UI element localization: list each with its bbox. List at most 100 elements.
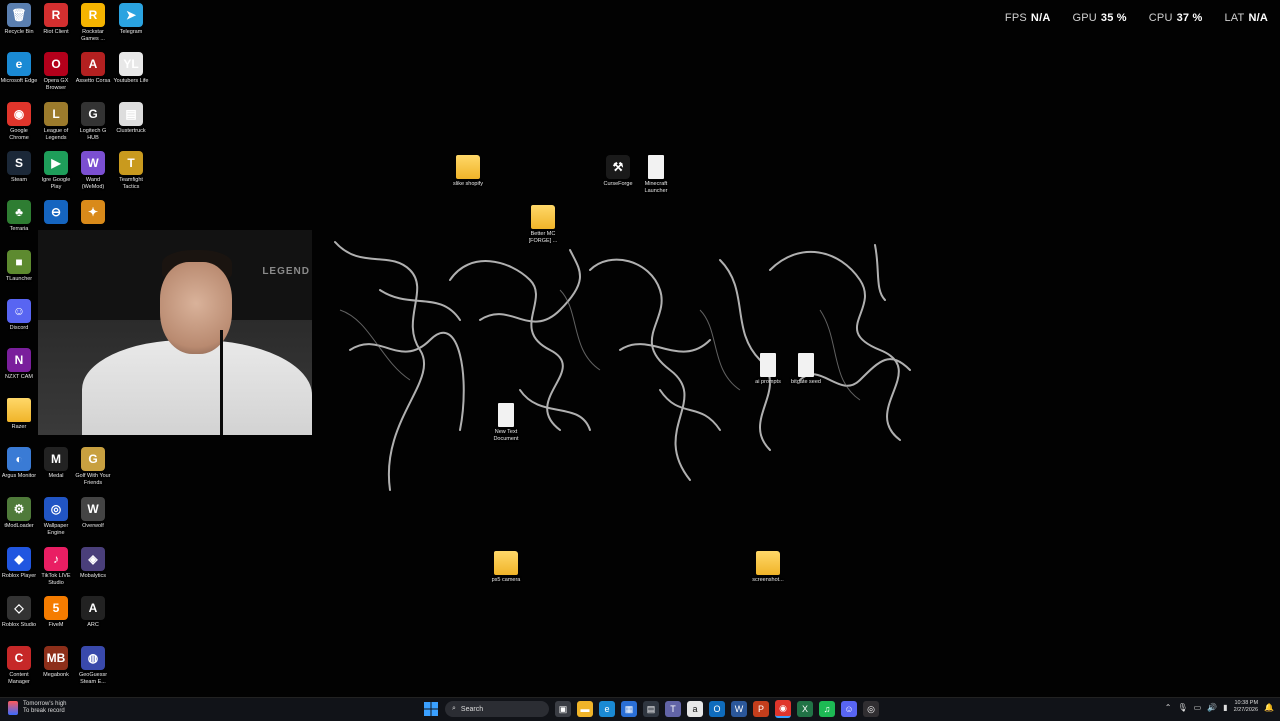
desktop-icon-mobalytics[interactable]: ◈ Mobalytics <box>74 547 112 580</box>
desktop-item-better-mc-forge[interactable]: Better MC [FORGE] ... <box>524 205 562 245</box>
start-button[interactable] <box>423 701 439 717</box>
mobalytics-icon: ◈ <box>81 547 105 571</box>
clock[interactable]: 10:38 PM 2/27/2026 <box>1234 700 1258 714</box>
file-explorer-icon[interactable]: ▬ <box>577 701 593 717</box>
desktop-icon-unnamed-18[interactable]: ✦ <box>74 200 112 226</box>
battery-icon[interactable]: ▮ <box>1223 703 1227 712</box>
desktop-item-new-text-document[interactable]: New Text Document <box>487 403 525 443</box>
desktop-icon-label: NZXT CAM <box>4 374 33 380</box>
roblox-studio-icon: ◇ <box>7 596 31 620</box>
desktop-item-ps5-camera[interactable]: ps5 camera <box>487 551 525 584</box>
google-chrome-icon: ◉ <box>7 102 31 126</box>
desktop-icon-logitech-g-hub[interactable]: G Logitech G HUB <box>74 102 112 142</box>
desktop-icon-riot-client[interactable]: R Riot Client <box>37 3 75 36</box>
desktop-icon-label: Roblox Player <box>1 573 37 579</box>
desktop-icon-label: League of Legends <box>43 128 69 141</box>
roblox-player-icon: ◆ <box>7 547 31 571</box>
desktop-item-bitgate-seed[interactable]: bitgate seed <box>787 353 825 386</box>
desktop-icon-razer[interactable]: Razer <box>0 398 38 431</box>
desktop-icon-label: Telegram <box>119 29 143 35</box>
desktop-icon-rockstar-games[interactable]: R Rockstar Games ... <box>74 3 112 43</box>
desktop-icon-opera-gx-browser[interactable]: O Opera GX Browser <box>37 52 75 92</box>
desktop-icon-roblox-player[interactable]: ◆ Roblox Player <box>0 547 38 580</box>
microphone-icon[interactable]: 🎙 <box>1177 703 1187 712</box>
nzxt-cam-icon: N <box>7 348 31 372</box>
tiktok-live-studio-icon: ♪ <box>44 547 68 571</box>
desktop-icon-arc[interactable]: A ARC <box>74 596 112 629</box>
edge-icon[interactable]: e <box>599 701 615 717</box>
word-icon[interactable]: W <box>731 701 747 717</box>
desktop-icon-league-of-legends[interactable]: L League of Legends <box>37 102 75 142</box>
desktop-icon-wallpaper-engine[interactable]: ◎ Wallpaper Engine <box>37 497 75 537</box>
telegram-icon: ➤ <box>119 3 143 27</box>
desktop-icon-megabonk[interactable]: MB Megabonk <box>37 646 75 679</box>
desktop-icon-microsoft-edge[interactable]: e Microsoft Edge <box>0 52 38 85</box>
desktop-icon-terraria[interactable]: ♣ Terraria <box>0 200 38 233</box>
fivem-icon: 5 <box>44 596 68 620</box>
desktop-icon-tiktok-live-studio[interactable]: ♪ TikTok LIVE Studio <box>37 547 75 587</box>
desktop-icon-label: Golf With Your Friends <box>75 473 111 486</box>
desktop-icon-teamfight-tactics[interactable]: T Teamfight Tactics <box>112 151 150 191</box>
discord-icon[interactable]: ☺ <box>841 701 857 717</box>
desktop-icon-label: Opera GX Browser <box>43 78 69 91</box>
desktop-item-curseforge[interactable]: ⚒ CurseForge <box>599 155 637 188</box>
teams-icon[interactable]: T <box>665 701 681 717</box>
desktop-icon-discord[interactable]: ☺ Discord <box>0 299 38 332</box>
desktop-icon-label: Youtubers Life <box>113 78 149 84</box>
notification-bell-icon[interactable]: 🔔 <box>1264 703 1274 712</box>
excel-icon[interactable]: X <box>797 701 813 717</box>
outlook-icon[interactable]: O <box>709 701 725 717</box>
desktop-icon-argus-monitor[interactable]: ◐ Argus Monitor <box>0 447 38 480</box>
desktop-icon-medal[interactable]: M Medal <box>37 447 75 480</box>
desktop-icon-tmodloader[interactable]: ⚙ tModLoader <box>0 497 38 530</box>
spotify-icon[interactable]: ♫ <box>819 701 835 717</box>
desktop-item-label: New Text Document <box>493 429 519 442</box>
folder-icon <box>756 551 780 575</box>
desktop-item-slike-shopify[interactable]: slike shopify <box>449 155 487 188</box>
desktop-icon-overwolf[interactable]: W Overwolf <box>74 497 112 530</box>
desktop-icon-golf-with-your-friends[interactable]: G Golf With Your Friends <box>74 447 112 487</box>
desktop-item-screenshot[interactable]: screenshot... <box>749 551 787 584</box>
folder-icon <box>531 205 555 229</box>
powerpoint-icon[interactable]: P <box>753 701 769 717</box>
chrome-icon[interactable]: ◉ <box>775 700 791 718</box>
volume-icon[interactable]: 🔊 <box>1207 703 1217 712</box>
opera-gx-browser-icon: O <box>44 52 68 76</box>
desktop-icon-label: Igre Google Play <box>41 177 71 190</box>
overwolf-icon: W <box>81 497 105 521</box>
desktop-icon-tlauncher[interactable]: ■ TLauncher <box>0 250 38 283</box>
desktop-item-ai-prompts[interactable]: ai prompts <box>749 353 787 386</box>
search-label: Search <box>460 705 484 713</box>
desktop-icon-igre-google-play[interactable]: ▶ Igre Google Play <box>37 151 75 191</box>
desktop-icon-youtubers-life[interactable]: YL Youtubers Life <box>112 52 150 85</box>
desktop-item-minecraft-launcher[interactable]: Minecraft Launcher <box>637 155 675 195</box>
desktop-icon-clustertruck[interactable]: ▤ Clustertruck <box>112 102 150 135</box>
desktop-icon-fivem[interactable]: 5 FiveM <box>37 596 75 629</box>
weather-widget[interactable]: Tomorrow's high To break record <box>8 701 67 715</box>
desktop-icon-google-chrome[interactable]: ◉ Google Chrome <box>0 102 38 142</box>
store-icon[interactable]: ▦ <box>621 701 637 717</box>
chevron-up-icon[interactable]: ⌃ <box>1165 703 1172 712</box>
unnamed-17-icon: ⊖ <box>44 200 68 224</box>
calendar-icon[interactable]: ▤ <box>643 701 659 717</box>
desktop-icon-assetto-corsa[interactable]: A Assetto Corsa <box>74 52 112 85</box>
desktop-icon-geoguessr-steam-e[interactable]: ◍ GeoGuessr Steam E... <box>74 646 112 686</box>
desktop-icon-steam[interactable]: S Steam <box>0 151 38 184</box>
taskbar-search[interactable]: ⌕ Search <box>445 701 549 717</box>
desktop-icon-recycle-bin[interactable]: 🗑 Recycle Bin <box>0 3 38 36</box>
igre-google-play-icon: ▶ <box>44 151 68 175</box>
desktop-icon-wand-wemod[interactable]: W Wand (WeMod) <box>74 151 112 191</box>
desktop-icon-unnamed-17[interactable]: ⊖ <box>37 200 75 226</box>
desktop-icon-telegram[interactable]: ➤ Telegram <box>112 3 150 36</box>
desktop-icon-nzxt-cam[interactable]: N NZXT CAM <box>0 348 38 381</box>
latency-readout: LAT N/A <box>1224 12 1268 24</box>
desktop-item-label: Minecraft Launcher <box>644 181 668 194</box>
desktop-icon-content-manager[interactable]: C Content Manager <box>0 646 38 686</box>
amazon-icon[interactable]: a <box>687 701 703 717</box>
desktop-icon-roblox-studio[interactable]: ◇ Roblox Studio <box>0 596 38 629</box>
task-view-icon[interactable]: ▣ <box>555 701 571 717</box>
obs-icon[interactable]: ◎ <box>863 701 879 717</box>
steam-icon: S <box>7 151 31 175</box>
desktop-icon-label: TikTok LIVE Studio <box>41 573 71 586</box>
network-icon[interactable]: ▭ <box>1194 703 1202 712</box>
